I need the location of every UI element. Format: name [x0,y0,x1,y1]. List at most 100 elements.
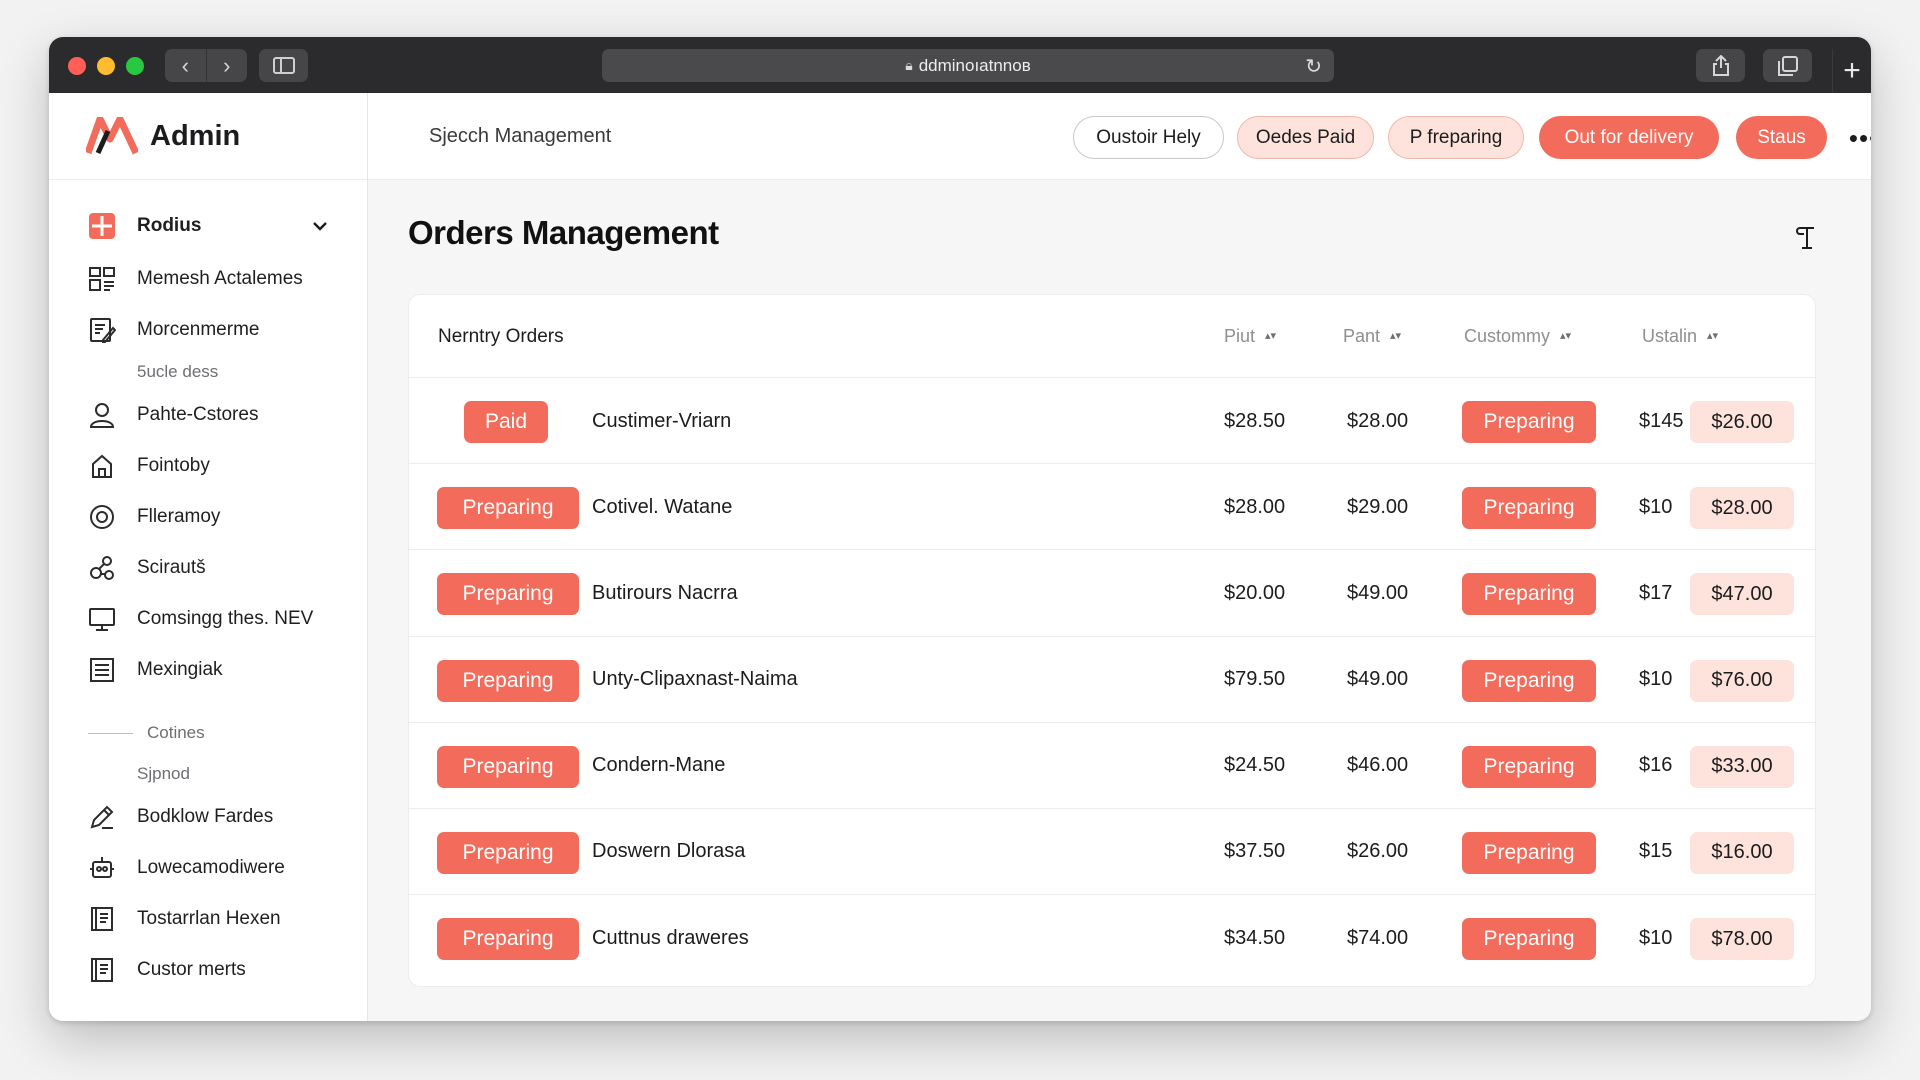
sidebar-toggle-icon[interactable] [259,49,308,82]
total-chip: $47.00 [1690,573,1794,616]
sidebar-item-memesh-actalemes[interactable]: Memesh Actalemes [49,253,367,304]
value-cell: $16 [1639,754,1673,777]
sidebar-item-custor-merts[interactable]: Custor merts [49,944,367,995]
pen-icon [87,802,117,832]
back-icon[interactable]: ‹ [165,49,206,82]
column-header-4[interactable]: Ustalin ▴▾ [1642,295,1718,378]
total-chip: $33.00 [1690,745,1794,788]
home-icon [87,451,117,481]
sidebar-item-flleramoy[interactable]: Flleramoy [49,491,367,542]
table-row[interactable]: Preparing Cuttnus draweres $34.50 $74.00… [409,895,1815,981]
reload-icon[interactable]: ↻ [1305,54,1322,79]
status-badge[interactable]: Preparing [1462,659,1596,702]
sidebar-nav: Rodius Memesh Actalemes Morcenmerme 5ucl… [49,180,367,995]
sidebar-item-label: Bodklow Fardes [137,805,274,827]
page-title: Orders Management [408,214,719,251]
address-bar[interactable]: 🔒︎ ddminoıatnnoʙ ↻ [602,49,1334,82]
filter-pill-1[interactable]: Oustoir Hely [1073,116,1224,159]
sidebar-item-label: Rodius [137,214,202,236]
sidebar-subitem[interactable]: Sjpnod [49,757,367,791]
sidebar-item-mexingiak[interactable]: Mexingiak [49,644,367,695]
sidebar-subitem[interactable]: 5ucle dess [49,355,367,389]
brand-name: Admin [150,119,241,152]
table-row[interactable]: Preparing Doswern Dlorasa $37.50 $26.00 … [409,809,1815,896]
document-edit-icon [87,315,117,345]
table-row[interactable]: Preparing Butirours Nacrra $20.00 $49.00… [409,550,1815,637]
tabs-overview-icon[interactable] [1763,49,1812,82]
status-badge[interactable]: Preparing [1462,831,1596,874]
sidebar-item-label: Pahte-Cstores [137,403,259,425]
minimize-window-button[interactable] [97,57,115,75]
status-badge: Preparing [437,918,579,961]
new-tab-icon[interactable]: + [1832,49,1871,93]
sidebar-item-rodius[interactable]: Rodius [49,198,367,253]
robot-icon [87,853,117,883]
filter-pill-5[interactable]: Staus [1736,116,1827,159]
sidebar-item-morcenmerme[interactable]: Morcenmerme [49,304,367,355]
status-badge[interactable]: Preparing [1462,401,1596,443]
target-icon [87,502,117,532]
sidebar-item-fointoby[interactable]: Fointoby [49,440,367,491]
sidebar-section-label: Cotines [147,723,205,742]
sidebar-item-tostarrlan-hexen[interactable]: Tostarrlan Hexen [49,893,367,944]
filter-pill-3[interactable]: P freparing [1388,116,1524,159]
sidebar-section-divider: Cotines [49,709,367,757]
sidebar-item-label: Custor merts [137,958,246,980]
more-options-icon[interactable]: ••• [1844,118,1871,158]
value-cell: $10 [1639,668,1673,691]
book-icon [87,904,117,934]
table-row[interactable]: Preparing Unty-Clipaxnast-Naima $79.50 $… [409,637,1815,723]
book-icon [87,955,117,985]
status-badge[interactable]: Preparing [1462,745,1596,788]
value-cell: $17 [1639,581,1673,604]
table-row[interactable]: Preparing Condern-Mane $24.50 $46.00 Pre… [409,723,1815,809]
sort-icon[interactable]: ▴▾ [1390,331,1401,342]
share-icon[interactable] [1696,49,1745,82]
filter-pill-2[interactable]: Oedes Paid [1237,116,1374,159]
url-text: ddminoıatnnoʙ [918,55,1031,75]
sidebar-item-comsingg[interactable]: Comsingg thes. NEV [49,593,367,644]
browser-window: ‹ › 🔒︎ ddminoıatnnoʙ ↻ + Admin Rodius Me… [49,37,1871,1021]
amount-cell: $29.00 [1347,495,1409,518]
amount-cell: $49.00 [1347,668,1409,691]
export-icon[interactable] [1789,218,1825,254]
sort-icon[interactable]: ▴▾ [1265,331,1276,342]
sort-icon[interactable]: ▴▾ [1560,331,1571,342]
sidebar-item-pahte-cstores[interactable]: Pahte-Cstores [49,389,367,440]
table-row[interactable]: Preparing Cotivel. Watane $28.00 $29.00 … [409,464,1815,551]
table-row[interactable]: Paid Custimer-Vriarn $28.50 $28.00 Prepa… [409,378,1815,465]
status-badge: Preparing [437,745,579,788]
status-badge: Paid [464,401,548,443]
column-header-label: Custommy [1464,326,1551,346]
header-title: Sjecch Management [429,125,612,147]
sort-icon[interactable]: ▴▾ [1707,331,1718,342]
network-icon [87,553,117,583]
column-header-label: Pant [1343,326,1381,346]
column-header-1[interactable]: Piut ▴▾ [1224,295,1276,378]
status-badge[interactable]: Preparing [1462,918,1596,961]
status-badge: Preparing [437,487,579,530]
customer-name: Doswern Dlorasa [592,840,746,863]
status-badge[interactable]: Preparing [1462,573,1596,616]
filter-pill-4[interactable]: Out for delivery [1539,116,1719,159]
close-window-button[interactable] [68,57,86,75]
top-header: Sjecch Management Oustoir Hely Oedes Pai… [368,93,1871,180]
column-header-3[interactable]: Custommy ▴▾ [1464,295,1571,378]
sidebar-item-lowecamodiwere[interactable]: Lowecamodiwere [49,842,367,893]
browser-toolbar: ‹ › 🔒︎ ddminoıatnnoʙ ↻ + [49,37,1871,93]
sidebar: Admin Rodius Memesh Actalemes Morcenmerm… [49,93,368,1021]
sidebar-item-sciraut[interactable]: Scirautš [49,542,367,593]
column-header-label: Ustalin [1642,326,1698,346]
amount-cell: $74.00 [1347,926,1409,949]
brand[interactable]: Admin [49,93,367,180]
status-badge: Preparing [437,831,579,874]
chevron-down-icon[interactable] [311,217,329,235]
customer-name: Butirours Nacrra [592,581,738,604]
customer-name: Unty-Clipaxnast-Naima [592,668,798,691]
status-badge[interactable]: Preparing [1462,487,1596,530]
customer-name: Cuttnus draweres [592,926,749,949]
sidebar-item-bodklow-fardes[interactable]: Bodklow Fardes [49,791,367,842]
forward-icon[interactable]: › [205,49,248,82]
column-header-2[interactable]: Pant ▴▾ [1343,295,1401,378]
zoom-window-button[interactable] [126,57,144,75]
